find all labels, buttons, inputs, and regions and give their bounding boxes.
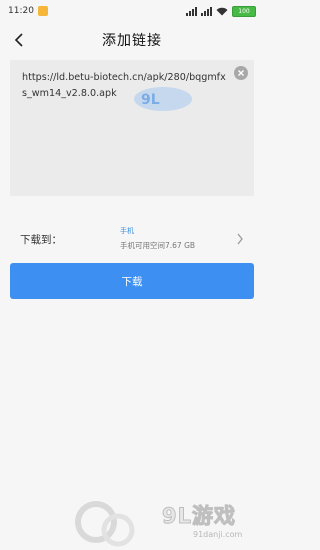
status-bar: 11:20 100 <box>0 0 264 22</box>
wifi-icon <box>216 7 228 15</box>
watermark-site: 91danji.com <box>193 530 243 539</box>
chevron-left-icon <box>14 33 23 47</box>
watermark-brand: 9L游戏 <box>162 504 236 529</box>
link-input[interactable]: https://ld.betu-biotech.cn/apk/280/bqgmf… <box>10 60 254 196</box>
header: 添加链接 <box>0 22 264 58</box>
status-right: 100 <box>186 5 256 17</box>
watermark-logo-overlay: 9L <box>134 87 192 111</box>
storage-space: 手机可用空间7.67 GB <box>120 241 196 250</box>
signal-icon-2 <box>201 6 212 16</box>
notification-icon <box>37 6 48 16</box>
status-time: 11:20 <box>8 6 34 16</box>
status-left: 11:20 <box>8 6 48 16</box>
download-button[interactable]: 下载 <box>10 263 254 299</box>
back-button[interactable] <box>8 29 30 51</box>
page-title: 添加链接 <box>102 33 162 49</box>
svg-text:9L: 9L <box>141 92 160 108</box>
storage-select[interactable]: 手机 手机可用空间7.67 GB <box>120 224 252 254</box>
clear-button[interactable] <box>234 66 248 80</box>
download-to-row: 下载到： 手机 手机可用空间7.67 GB <box>10 221 254 257</box>
battery-icon: 100 <box>232 5 256 17</box>
signal-icon <box>186 6 197 16</box>
download-to-label: 下载到： <box>20 233 62 246</box>
close-icon <box>238 70 244 76</box>
link-input-value[interactable]: https://ld.betu-biotech.cn/apk/280/bqgmf… <box>22 70 227 102</box>
watermark-logo <box>75 501 135 547</box>
chevron-right-icon <box>237 233 243 245</box>
storage-name: 手机 <box>120 227 134 235</box>
